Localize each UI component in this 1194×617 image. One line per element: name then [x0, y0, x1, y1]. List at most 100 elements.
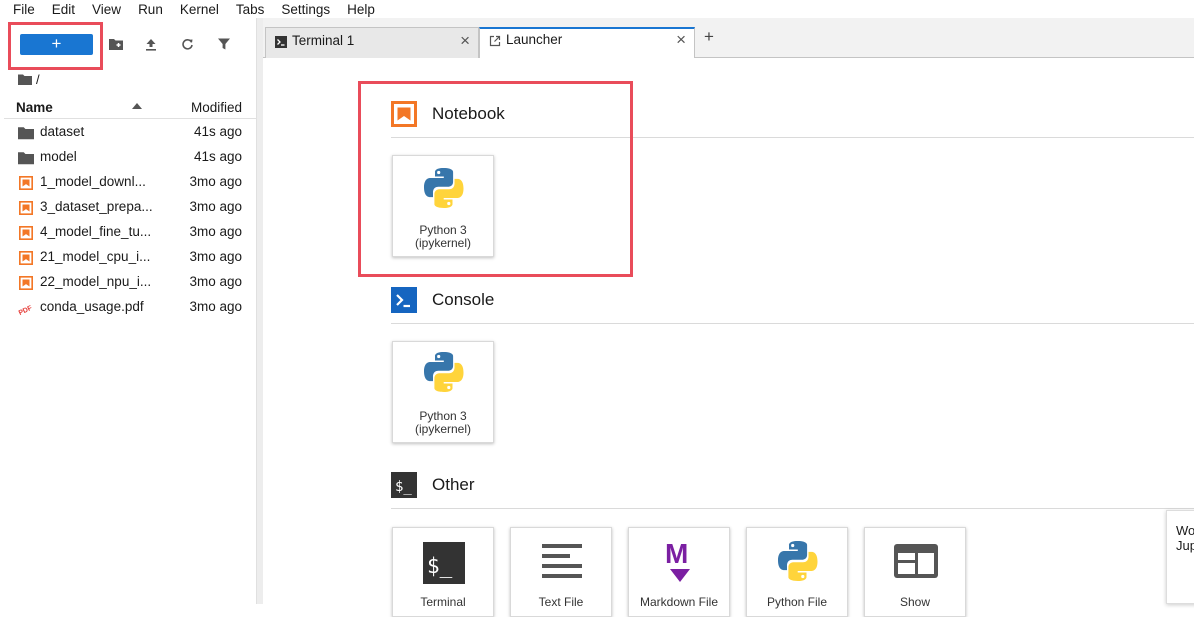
menu-kernel[interactable]: Kernel [180, 2, 219, 17]
menu-edit[interactable]: Edit [52, 2, 75, 17]
card-label: Terminal [420, 595, 466, 609]
file-name: 1_model_downl... [40, 174, 146, 189]
tab-terminal-1[interactable]: Terminal 1 × [265, 27, 479, 59]
notebook-icon [391, 101, 417, 127]
close-icon[interactable]: × [676, 30, 686, 50]
sort-ascending-icon [132, 103, 142, 109]
section-title: Console [432, 290, 495, 309]
menu-tabs[interactable]: Tabs [236, 2, 265, 17]
file-row-model[interactable]: model 41s ago [4, 145, 256, 170]
new-launcher-button[interactable]: + [20, 34, 93, 55]
notebook-icon [18, 276, 34, 290]
upload-icon[interactable] [143, 36, 159, 52]
folder-icon [18, 74, 32, 85]
console-icon [391, 287, 417, 313]
card-label-line2: (ipykernel) [414, 236, 471, 250]
file-name: model [40, 149, 77, 164]
file-modified: 3mo ago [189, 174, 242, 189]
breadcrumb[interactable]: / [18, 72, 40, 87]
file-row-notebook[interactable]: 3_dataset_prepa... 3mo ago [4, 195, 256, 220]
python-logo-icon [424, 168, 464, 208]
svg-text:$_: $_ [427, 554, 453, 578]
folder-icon [18, 152, 34, 165]
card-label: Markdown File [639, 595, 719, 609]
console-python3-card[interactable]: Python 3 (ipykernel) [392, 341, 494, 443]
file-name: 3_dataset_prepa... [40, 199, 153, 214]
markdown-icon: M [665, 538, 690, 582]
pdf-icon: PDF [18, 305, 34, 315]
file-row-notebook[interactable]: 22_model_npu_i... 3mo ago [4, 270, 256, 295]
launch-icon [489, 35, 501, 47]
file-modified: 41s ago [193, 124, 242, 139]
add-tab-button[interactable]: + [698, 27, 720, 49]
close-icon[interactable]: × [460, 31, 470, 51]
card-label-line1: Python 3 [419, 409, 467, 423]
svg-text:$_: $_ [395, 479, 412, 495]
section-other: $_ Other [391, 472, 475, 498]
section-title: Notebook [432, 104, 505, 123]
file-list-header: Name Modified [4, 98, 256, 119]
file-row-notebook[interactable]: 21_model_cpu_i... 3mo ago [4, 245, 256, 270]
tab-label: Terminal 1 [292, 33, 355, 48]
python-logo-icon [778, 541, 818, 581]
svg-text:M: M [665, 538, 688, 569]
notebook-python3-card[interactable]: Python 3 (ipykernel) [392, 155, 494, 257]
file-name: conda_usage.pdf [40, 299, 144, 314]
menu-bar: File Edit View Run Kernel Tabs Settings … [0, 0, 1194, 18]
notebook-icon [18, 251, 34, 265]
text-file-icon [542, 544, 582, 578]
file-browser-toolbar: + [0, 18, 257, 70]
card-label: Python File [766, 595, 828, 609]
menu-view[interactable]: View [92, 2, 121, 17]
file-name: 21_model_cpu_i... [40, 249, 151, 264]
section-divider [391, 137, 1194, 138]
main-tab-bar: Terminal 1 × Launcher × + [263, 18, 1194, 59]
file-row-notebook[interactable]: 4_model_fine_tu... 3mo ago [4, 220, 256, 245]
file-name: dataset [40, 124, 85, 139]
file-name: 22_model_npu_i... [40, 274, 152, 289]
file-name: 4_model_fine_tu... [40, 224, 152, 239]
file-modified: 3mo ago [189, 299, 242, 314]
file-row-dataset[interactable]: dataset 41s ago [4, 120, 256, 145]
breadcrumb-path[interactable]: / [36, 72, 40, 87]
file-row-pdf[interactable]: PDF conda_usage.pdf 3mo ago [4, 295, 256, 320]
file-modified: 41s ago [193, 149, 242, 164]
section-divider [391, 508, 1194, 509]
section-divider [391, 323, 1194, 324]
file-modified: 3mo ago [189, 199, 242, 214]
tab-label: Launcher [506, 32, 563, 47]
menu-help[interactable]: Help [347, 2, 375, 17]
terminal-icon [275, 36, 287, 48]
refresh-icon[interactable] [179, 36, 195, 52]
folder-icon [18, 127, 34, 140]
file-modified: 3mo ago [189, 274, 242, 289]
toast-line2: Jup [1176, 538, 1194, 553]
show-contextual-help-icon [894, 544, 938, 578]
section-console: Console [391, 287, 494, 313]
card-label-line2: (ipykernel) [414, 422, 471, 436]
python-logo-icon [424, 352, 464, 392]
menu-run[interactable]: Run [138, 2, 163, 17]
file-modified: 3mo ago [189, 224, 242, 239]
column-name[interactable]: Name [16, 100, 53, 115]
filter-icon[interactable] [216, 36, 232, 52]
menu-settings[interactable]: Settings [281, 2, 330, 17]
card-label-line1: Python 3 [419, 223, 467, 237]
notebook-icon [18, 226, 34, 240]
new-folder-icon[interactable] [108, 36, 124, 52]
card-label: Show [899, 595, 931, 609]
file-browser: + / Name Modified dataset 41s ago model … [0, 18, 257, 604]
tab-launcher[interactable]: Launcher × [479, 27, 695, 59]
section-title: Other [432, 475, 475, 494]
svg-text:PDF: PDF [18, 305, 34, 315]
column-modified[interactable]: Modified [191, 100, 242, 115]
card-label: Text File [538, 595, 584, 609]
file-row-notebook[interactable]: 1_model_downl... 3mo ago [4, 170, 256, 195]
notebook-icon [18, 201, 34, 215]
launcher-panel: Notebook Python 3 (ipykernel) Console Py… [263, 58, 1194, 617]
menu-file[interactable]: File [13, 2, 35, 17]
notification-toast[interactable]: Wo Jup [1166, 510, 1194, 604]
section-notebook: Notebook [391, 101, 505, 127]
terminal-icon: $_ [423, 542, 465, 584]
toast-line1: Wo [1176, 523, 1194, 538]
